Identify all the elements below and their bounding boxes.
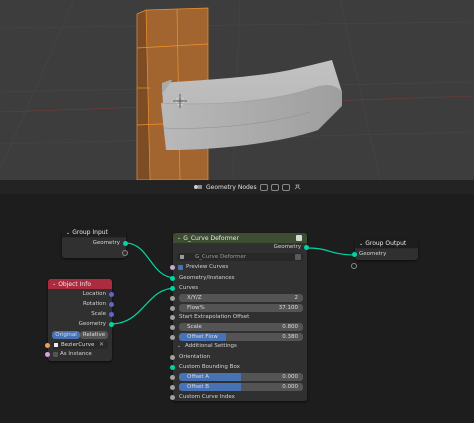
object-info-title: Object Info: [58, 280, 92, 288]
offset-a-label: Offset A: [187, 374, 210, 380]
location-output-label: Location: [82, 291, 106, 297]
node-group-browse-icon[interactable]: [180, 255, 184, 259]
deformer-title: G_Curve Deformer: [183, 234, 239, 242]
offset-flow-label: Offset Flow: [187, 334, 218, 340]
custom-bbox-socket[interactable]: [170, 365, 175, 370]
as-instance-socket[interactable]: [45, 352, 50, 357]
curves-label: Curves: [179, 285, 199, 291]
collapse-arrow-icon[interactable]: ⌄: [177, 235, 181, 241]
offset-b-socket[interactable]: [170, 385, 175, 390]
collapse-arrow-icon[interactable]: ⌄: [52, 281, 56, 287]
geometry-instances-socket[interactable]: [170, 276, 175, 281]
offset-b-value: 0.000: [282, 384, 298, 390]
additional-settings-panel[interactable]: Additional Settings: [185, 342, 237, 351]
link-input-to-geometry: [124, 242, 177, 279]
preview-curves-label: Preview Curves: [186, 264, 229, 270]
offset-flow-socket[interactable]: [170, 335, 175, 340]
curves-socket[interactable]: [170, 286, 175, 291]
preview-curves-socket[interactable]: [170, 265, 175, 270]
start-extrapolation-socket[interactable]: [170, 315, 175, 320]
object-geometry-socket[interactable]: [109, 322, 114, 327]
offset-a-socket[interactable]: [170, 375, 175, 380]
object-input-socket[interactable]: [45, 343, 50, 348]
orientation-label: Orientation: [179, 354, 211, 360]
scale-label: Scale: [187, 324, 202, 330]
group-input-empty-socket[interactable]: [122, 250, 128, 256]
group-input-geometry-label: Geometry: [92, 240, 120, 246]
object-info-node[interactable]: ⌄ Object Info Location Rotation Scale Ge…: [45, 279, 114, 361]
group-output-node[interactable]: ⌄ Group Output Geometry: [352, 239, 418, 260]
relative-toggle[interactable]: Relative: [80, 331, 108, 339]
link-objectinfo-to-curves: [109, 287, 177, 325]
group-input-title: Group Input: [72, 229, 108, 236]
scale-value: 0.800: [282, 324, 298, 330]
rotation-output-label: Rotation: [82, 301, 106, 307]
curve-object-icon: [54, 343, 58, 347]
group-output-title: Group Output: [365, 240, 407, 247]
3d-viewport[interactable]: [0, 0, 474, 180]
scale-socket[interactable]: [109, 312, 114, 317]
offset-b-label: Offset B: [187, 384, 210, 390]
scale-field[interactable]: Scale 0.800: [179, 323, 303, 331]
location-socket[interactable]: [109, 292, 114, 297]
group-output-empty-socket[interactable]: [351, 263, 357, 269]
collapse-arrow-icon[interactable]: ⌄: [359, 241, 363, 247]
preview-curves-checkbox[interactable]: [178, 265, 183, 270]
node-editor[interactable]: Geometry Nodes ⌄ Group Input Geometry ⌄ …: [0, 180, 474, 423]
offset-b-field[interactable]: Offset B 0.000: [179, 383, 303, 391]
clear-object-icon[interactable]: ✕: [99, 341, 104, 348]
original-toggle[interactable]: Original: [52, 331, 80, 339]
node-group-name: G_Curve Deformer: [195, 254, 247, 260]
axis-field[interactable]: X/Y/Z 2: [179, 294, 303, 302]
start-extrapolation-label: Start Extrapolation Offset: [179, 314, 250, 320]
group-output-geometry-label: Geometry: [359, 251, 387, 257]
geometry-output-label: Geometry: [78, 321, 106, 327]
node-group-edit-icon[interactable]: [295, 254, 301, 260]
offset-flow-value: 0.380: [282, 334, 298, 340]
object-field-value: BezierCurve: [61, 342, 95, 348]
panel-collapse-icon[interactable]: ⌄: [177, 343, 181, 349]
axis-socket[interactable]: [170, 296, 175, 301]
collapse-arrow-icon[interactable]: ⌄: [66, 230, 70, 236]
axis-value: 2: [294, 295, 299, 301]
offset-a-value: 0.000: [282, 374, 298, 380]
curve-deformer-node[interactable]: ⌄ G_Curve Deformer Geometry G_Curve Defo…: [170, 233, 309, 401]
node-group-icon: [296, 235, 302, 241]
deformer-geometry-output-socket[interactable]: [304, 245, 309, 250]
viewport-scene[interactable]: [0, 0, 474, 180]
link-deformer-to-output: [307, 247, 357, 256]
custom-curve-index-socket[interactable]: [170, 395, 175, 400]
group-input-geometry-socket[interactable]: [123, 241, 128, 246]
group-output-geometry-socket[interactable]: [352, 252, 357, 257]
flow-socket[interactable]: [170, 306, 175, 311]
node-group-selector[interactable]: G_Curve Deformer: [177, 253, 303, 261]
flow-value: 37.100: [278, 305, 298, 311]
offset-a-field[interactable]: Offset A 0.000: [179, 373, 303, 381]
axis-label: X/Y/Z: [187, 295, 202, 301]
custom-bbox-label: Custom Bounding Box: [179, 364, 240, 370]
flow-field[interactable]: Flow% 37.100: [179, 304, 303, 312]
scale-output-label: Scale: [91, 311, 106, 317]
scale-socket[interactable]: [170, 325, 175, 330]
geometry-instances-label: Geometry/Instances: [179, 275, 235, 281]
flow-label: Flow%: [187, 305, 205, 311]
group-input-node[interactable]: ⌄ Group Input Geometry: [62, 228, 128, 258]
rotation-socket[interactable]: [109, 302, 114, 307]
custom-curve-index-label: Custom Curve Index: [179, 394, 235, 400]
orientation-socket[interactable]: [170, 355, 175, 360]
offset-flow-field[interactable]: Offset Flow 0.380: [179, 333, 303, 341]
deformer-geometry-output-label: Geometry: [273, 244, 301, 250]
as-instance-label: As Instance: [60, 351, 92, 357]
as-instance-checkbox[interactable]: [53, 352, 58, 357]
